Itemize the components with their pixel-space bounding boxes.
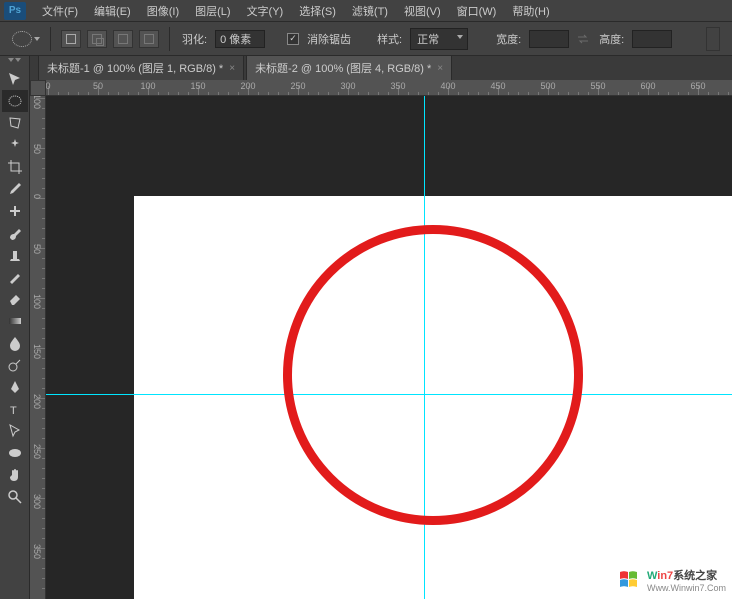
panel-grip-icon[interactable]	[2, 58, 28, 66]
tab-label: 未标题-2 @ 100% (图层 4, RGB/8) *	[255, 60, 431, 76]
menu-window[interactable]: 窗口(W)	[449, 0, 505, 22]
antialias-checkbox[interactable]: ✓	[287, 33, 299, 45]
menu-view[interactable]: 视图(V)	[396, 0, 449, 22]
selection-add-button[interactable]	[87, 30, 107, 48]
pen-tool[interactable]	[2, 376, 28, 398]
feather-label: 羽化:	[180, 31, 209, 47]
width-label: 宽度:	[494, 31, 523, 47]
canvas-viewport[interactable]: Win7系统之家 Www.Winwin7.Com	[46, 96, 732, 599]
brush-tool[interactable]	[2, 222, 28, 244]
menu-edit[interactable]: 编辑(E)	[86, 0, 139, 22]
menu-select[interactable]: 选择(S)	[291, 0, 344, 22]
close-icon[interactable]: ×	[437, 63, 443, 74]
marquee-ellipse-tool[interactable]	[2, 90, 28, 112]
zoom-tool[interactable]	[2, 486, 28, 508]
separator	[50, 27, 51, 51]
healing-brush-tool[interactable]	[2, 200, 28, 222]
options-bar: 羽化: ✓ 消除锯齿 样式: 正常 宽度: 高度:	[0, 22, 732, 56]
swap-dimensions-icon[interactable]	[575, 31, 591, 47]
selection-subtract-button[interactable]	[113, 30, 133, 48]
history-brush-tool[interactable]	[2, 266, 28, 288]
separator	[169, 27, 170, 51]
document-tabs: 未标题-1 @ 100% (图层 1, RGB/8) * × 未标题-2 @ 1…	[30, 56, 732, 80]
close-icon[interactable]: ×	[229, 63, 235, 74]
style-select[interactable]: 正常	[410, 28, 468, 50]
type-tool[interactable]: T	[2, 398, 28, 420]
menu-type[interactable]: 文字(Y)	[239, 0, 292, 22]
path-selection-tool[interactable]	[2, 420, 28, 442]
app-logo: Ps	[4, 2, 26, 20]
height-input[interactable]	[632, 30, 672, 48]
clone-stamp-tool[interactable]	[2, 244, 28, 266]
eyedropper-tool[interactable]	[2, 178, 28, 200]
tool-preset-dropdown-icon[interactable]	[34, 37, 40, 41]
ruler-vertical[interactable]: 10050050100150200250300350	[30, 96, 46, 599]
antialias-label: 消除锯齿	[305, 31, 353, 47]
dodge-tool[interactable]	[2, 354, 28, 376]
watermark: Win7系统之家 Www.Winwin7.Com	[617, 566, 726, 593]
menu-layer[interactable]: 图层(L)	[187, 0, 238, 22]
ruler-origin[interactable]	[30, 80, 46, 96]
selection-new-button[interactable]	[61, 30, 81, 48]
menu-image[interactable]: 图像(I)	[139, 0, 187, 22]
ellipse-shape-tool[interactable]	[2, 442, 28, 464]
menu-bar: Ps 文件(F) 编辑(E) 图像(I) 图层(L) 文字(Y) 选择(S) 滤…	[0, 0, 732, 22]
gradient-tool[interactable]	[2, 310, 28, 332]
feather-input[interactable]	[215, 30, 265, 48]
selection-intersect-button[interactable]	[139, 30, 159, 48]
tools-panel: T	[0, 56, 30, 599]
workspace: 未标题-1 @ 100% (图层 1, RGB/8) * × 未标题-2 @ 1…	[30, 56, 732, 599]
height-label: 高度:	[597, 31, 626, 47]
lasso-tool[interactable]	[2, 112, 28, 134]
tab-label: 未标题-1 @ 100% (图层 1, RGB/8) *	[47, 60, 223, 76]
crop-tool[interactable]	[2, 156, 28, 178]
watermark-url: Www.Winwin7.Com	[647, 583, 726, 593]
style-label: 样式:	[375, 31, 404, 47]
menu-file[interactable]: 文件(F)	[34, 0, 86, 22]
ruler-horizontal[interactable]: 050100150200250300350400450500550600650	[46, 80, 732, 96]
document-tab[interactable]: 未标题-1 @ 100% (图层 1, RGB/8) * ×	[38, 55, 244, 80]
blur-tool[interactable]	[2, 332, 28, 354]
panel-toggle[interactable]	[706, 27, 720, 51]
svg-text:T: T	[10, 405, 17, 417]
width-input[interactable]	[529, 30, 569, 48]
magic-wand-tool[interactable]	[2, 134, 28, 156]
menu-help[interactable]: 帮助(H)	[504, 0, 557, 22]
circle-stroke-shape	[283, 225, 583, 525]
menu-filter[interactable]: 滤镜(T)	[344, 0, 396, 22]
eraser-tool[interactable]	[2, 288, 28, 310]
move-tool[interactable]	[2, 68, 28, 90]
hand-tool[interactable]	[2, 464, 28, 486]
document-tab[interactable]: 未标题-2 @ 100% (图层 4, RGB/8) * ×	[246, 55, 452, 80]
current-tool-ellipse-icon[interactable]	[12, 31, 32, 47]
windows-logo-icon	[617, 567, 643, 593]
